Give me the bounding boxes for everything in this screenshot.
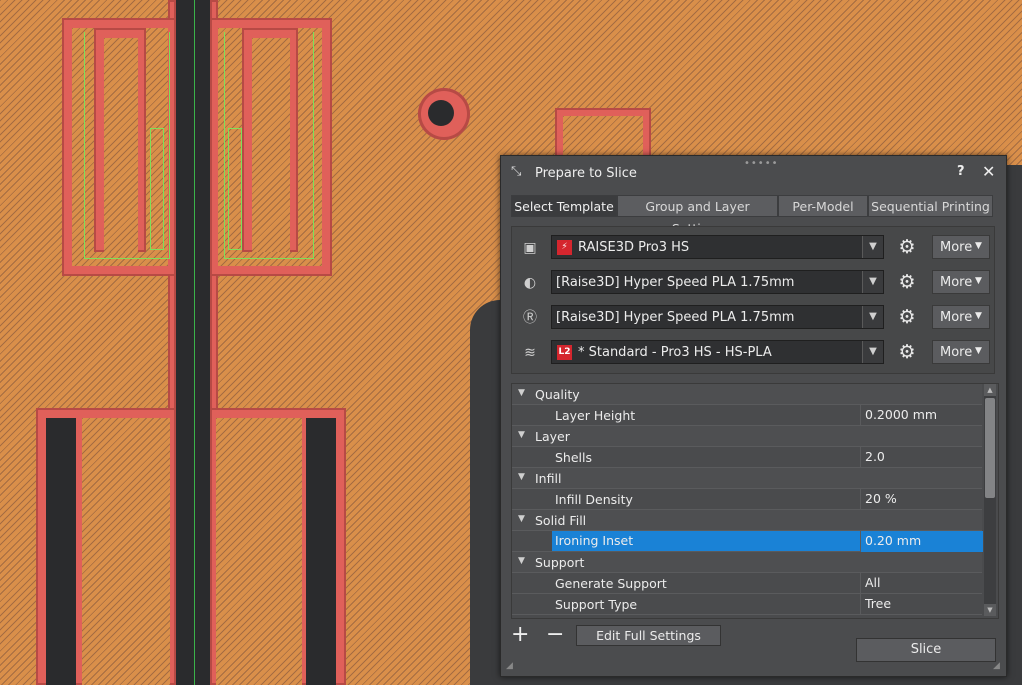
level-badge: L2 bbox=[557, 345, 572, 360]
param-layer-height[interactable]: Layer Height 0.2000 mm bbox=[512, 405, 982, 426]
edit-full-settings-button[interactable]: Edit Full Settings bbox=[576, 625, 721, 646]
ironing-path bbox=[228, 128, 242, 250]
more-button[interactable]: More ▼ bbox=[932, 235, 990, 259]
tab-bar: Select Template Group and Layer Settings… bbox=[511, 195, 993, 236]
expand-arrow-icon[interactable]: ▼ bbox=[518, 514, 525, 524]
model-gap bbox=[306, 418, 336, 685]
right-material-value: [Raise3D] Hyper Speed PLA 1.75mm bbox=[556, 310, 795, 325]
param-shells[interactable]: Shells 2.0 bbox=[512, 447, 982, 468]
printer-select-value: RAISE3D Pro3 HS bbox=[578, 240, 690, 255]
tab-sequential-printing[interactable]: Sequential Printing bbox=[868, 195, 993, 217]
settings-scrollbar[interactable]: ▲ ▼ bbox=[984, 384, 996, 616]
printer-template-row: ▣ ⚡ RAISE3D Pro3 HS ▼ ⚙ More ▼ bbox=[512, 235, 994, 261]
group-layer[interactable]: ▼ Layer bbox=[512, 426, 982, 447]
collapse-arrows-icon[interactable]: ⤡ bbox=[511, 165, 525, 179]
expand-arrow-icon[interactable]: ▼ bbox=[518, 388, 525, 398]
chevron-down-icon[interactable]: ▼ bbox=[862, 271, 883, 293]
expand-arrow-icon[interactable]: ▼ bbox=[518, 472, 525, 482]
scroll-up-arrow-icon[interactable]: ▲ bbox=[984, 384, 996, 396]
template-selectors: ▣ ⚡ RAISE3D Pro3 HS ▼ ⚙ More ▼ ◐ [Raise3D… bbox=[511, 226, 995, 374]
profile-template-row: ≋ L2 * Standard - Pro3 HS - HS-PLA ▼ ⚙ M… bbox=[512, 340, 994, 366]
help-button[interactable]: ? bbox=[957, 164, 965, 179]
model-gap bbox=[1005, 165, 1022, 685]
printer-icon: ▣ bbox=[523, 240, 537, 256]
right-extruder-icon: Ⓡ bbox=[523, 310, 537, 326]
profile-select-value: * Standard - Pro3 HS - HS-PLA bbox=[578, 345, 772, 360]
dialog-title: Prepare to Slice bbox=[535, 166, 637, 181]
param-support-type[interactable]: Support Type Tree bbox=[512, 594, 982, 615]
prepare-to-slice-dialog: ••••• ⤡ Prepare to Slice ? ✕ Select Temp… bbox=[500, 155, 1007, 677]
settings-tree[interactable]: ▼ Quality Layer Height 0.2000 mm ▼ Layer… bbox=[511, 383, 999, 619]
more-button[interactable]: More ▼ bbox=[932, 270, 990, 294]
chevron-down-icon[interactable]: ▼ bbox=[862, 236, 883, 258]
infill-region bbox=[82, 418, 170, 685]
param-infill-density[interactable]: Infill Density 20 % bbox=[512, 489, 982, 510]
param-ironing-inset[interactable]: Ironing Inset 0.20 mm bbox=[512, 531, 983, 552]
gear-icon[interactable]: ⚙ bbox=[897, 342, 917, 362]
remove-setting-button[interactable]: − bbox=[546, 622, 564, 647]
chevron-down-icon[interactable]: ▼ bbox=[862, 306, 883, 328]
gear-icon[interactable]: ⚙ bbox=[897, 307, 917, 327]
left-material-value: [Raise3D] Hyper Speed PLA 1.75mm bbox=[556, 275, 795, 290]
left-material-select[interactable]: [Raise3D] Hyper Speed PLA 1.75mm ▼ bbox=[551, 270, 884, 294]
close-button[interactable]: ✕ bbox=[982, 162, 995, 181]
left-extruder-icon: ◐ bbox=[523, 275, 537, 291]
axis-line bbox=[194, 0, 195, 685]
expand-arrow-icon[interactable]: ▼ bbox=[518, 556, 525, 566]
gear-icon[interactable]: ⚙ bbox=[897, 272, 917, 292]
right-material-select[interactable]: [Raise3D] Hyper Speed PLA 1.75mm ▼ bbox=[551, 305, 884, 329]
chevron-down-icon[interactable]: ▼ bbox=[862, 341, 883, 363]
expand-arrow-icon[interactable]: ▼ bbox=[518, 430, 525, 440]
param-generate-support[interactable]: Generate Support All bbox=[512, 573, 982, 594]
scroll-thumb[interactable] bbox=[985, 398, 995, 498]
right-material-row: Ⓡ [Raise3D] Hyper Speed PLA 1.75mm ▼ ⚙ M… bbox=[512, 305, 994, 331]
tab-per-model[interactable]: Per-Model bbox=[778, 195, 868, 217]
left-material-row: ◐ [Raise3D] Hyper Speed PLA 1.75mm ▼ ⚙ M… bbox=[512, 270, 994, 296]
tab-group-layer-settings[interactable]: Group and Layer Settings bbox=[617, 195, 778, 236]
more-button[interactable]: More ▼ bbox=[932, 340, 990, 364]
hole-center bbox=[428, 100, 454, 126]
dialog-titlebar[interactable]: ⤡ Prepare to Slice ? ✕ bbox=[501, 156, 1006, 190]
ironing-path bbox=[150, 128, 164, 250]
group-support[interactable]: ▼ Support bbox=[512, 552, 982, 573]
scroll-down-arrow-icon[interactable]: ▼ bbox=[984, 604, 996, 616]
infill-region bbox=[216, 418, 302, 685]
more-button[interactable]: More ▼ bbox=[932, 305, 990, 329]
add-setting-button[interactable]: + bbox=[511, 622, 529, 647]
group-solid-fill[interactable]: ▼ Solid Fill bbox=[512, 510, 982, 531]
group-quality[interactable]: ▼ Quality bbox=[512, 384, 982, 405]
infill-region bbox=[563, 116, 643, 158]
group-infill[interactable]: ▼ Infill bbox=[512, 468, 982, 489]
layers-icon: ≋ bbox=[524, 345, 536, 361]
model-gap bbox=[46, 418, 76, 685]
profile-select[interactable]: L2 * Standard - Pro3 HS - HS-PLA ▼ bbox=[551, 340, 884, 364]
printer-select[interactable]: ⚡ RAISE3D Pro3 HS ▼ bbox=[551, 235, 884, 259]
gear-icon[interactable]: ⚙ bbox=[897, 237, 917, 257]
resize-grip-icon[interactable]: ◢ bbox=[506, 661, 513, 671]
raise3d-logo-icon: ⚡ bbox=[557, 240, 572, 255]
slice-button[interactable]: Slice bbox=[856, 638, 996, 662]
resize-grip-icon[interactable]: ◢ bbox=[993, 661, 1000, 671]
tab-select-template[interactable]: Select Template bbox=[511, 195, 617, 217]
